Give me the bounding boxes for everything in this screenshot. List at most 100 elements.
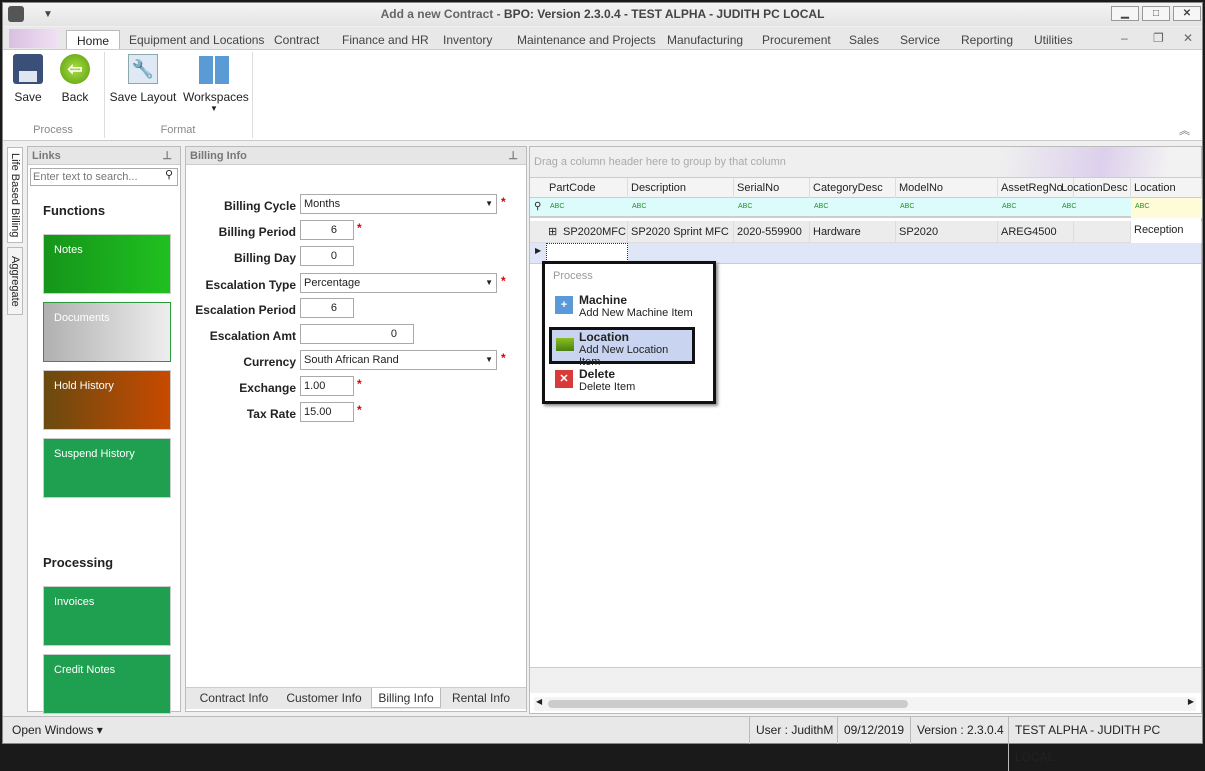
application-menu-button[interactable] (9, 29, 57, 48)
links-search-input[interactable]: Enter text to search... (30, 168, 178, 186)
column-header-partcode[interactable]: PartCode (546, 178, 628, 198)
link-suspend-history[interactable]: Suspend History (43, 438, 171, 498)
filter-abc-icon[interactable]: ABC (738, 203, 752, 210)
tab-finance-and-hr[interactable]: Finance and HR (342, 30, 429, 50)
currency-value: South African Rand (304, 354, 399, 366)
collapse-ribbon-icon[interactable]: ︽ (1179, 122, 1190, 138)
tab-contract-info[interactable]: Contract Info (190, 688, 278, 708)
filter-abc-icon[interactable]: ABC (1135, 203, 1149, 210)
cell-categorydesc[interactable]: Hardware (810, 221, 896, 243)
tab-utilities[interactable]: Utilities (1034, 30, 1073, 50)
filter-abc-icon[interactable]: ABC (1002, 203, 1016, 210)
chevron-down-icon: ▼ (485, 355, 493, 364)
cell-location[interactable]: Reception (1131, 221, 1202, 243)
filter-abc-icon[interactable]: ABC (632, 203, 646, 210)
mdi-minimize-icon[interactable]: – (1121, 31, 1128, 45)
quick-access-dropdown-icon[interactable]: ▼ (43, 3, 53, 26)
column-header-serialno[interactable]: SerialNo (734, 178, 810, 198)
menu-item-location[interactable]: Location Add New Location Item (549, 327, 695, 368)
workspaces-label: Workspaces (183, 90, 249, 104)
scroll-right-icon[interactable]: ▶ (1188, 697, 1194, 706)
chevron-down-icon: ▼ (485, 199, 493, 208)
search-icon[interactable]: ⚲ (165, 168, 173, 181)
side-tab-aggregate[interactable]: Aggregate (7, 247, 23, 315)
cell-description[interactable]: SP2020 Sprint MFC (628, 221, 734, 243)
link-notes[interactable]: Notes (43, 234, 171, 294)
menu-item-machine[interactable]: + Machine Add New Machine Item (549, 291, 695, 328)
exchange-label: Exchange (239, 381, 296, 395)
tab-contract[interactable]: Contract (274, 30, 319, 50)
tab-rental-info[interactable]: Rental Info (444, 688, 518, 708)
cell-locationdesc[interactable] (1058, 221, 1131, 243)
tax-rate-input[interactable]: 15.00 (300, 402, 354, 422)
column-header-location[interactable]: Location (1131, 178, 1202, 198)
open-windows-menu[interactable]: Open Windows ▾ (12, 717, 103, 744)
status-environment: TEST ALPHA - JUDITH PC LOCAL (1008, 717, 1202, 771)
app-logo-icon (8, 6, 24, 22)
save-button[interactable]: Save (13, 54, 43, 104)
billing-period-spinner[interactable]: 6 (300, 220, 354, 240)
escalation-period-spinner[interactable]: 6 (300, 298, 354, 318)
app-window: ▼ Add a new Contract - BPO: Version 2.3.… (2, 2, 1203, 771)
tab-customer-info[interactable]: Customer Info (280, 688, 368, 708)
billing-cycle-select[interactable]: Months ▼ (300, 194, 497, 214)
back-button[interactable]: ⇦ Back (59, 54, 91, 104)
chevron-down-icon: ▼ (485, 278, 493, 287)
group-by-panel[interactable]: Drag a column header here to group by th… (530, 147, 1201, 178)
cell-serialno[interactable]: 2020-559900 (734, 221, 810, 243)
tab-inventory[interactable]: Inventory (443, 30, 492, 50)
tab-maintenance-and-projects[interactable]: Maintenance and Projects (517, 30, 656, 50)
column-header-categorydesc[interactable]: CategoryDesc (810, 178, 896, 198)
link-documents[interactable]: Documents (43, 302, 171, 362)
column-header-description[interactable]: Description (628, 178, 734, 198)
escalation-period-label: Escalation Period (195, 303, 296, 317)
side-tab-life-based-billing[interactable]: Life Based Billing (7, 147, 23, 243)
tab-equipment-and-locations[interactable]: Equipment and Locations (129, 30, 264, 50)
scrollbar-thumb[interactable] (548, 700, 908, 708)
link-invoices[interactable]: Invoices (43, 586, 171, 646)
column-header-modelno[interactable]: ModelNo (896, 178, 998, 198)
currency-label: Currency (243, 355, 296, 369)
pin-icon[interactable]: ⊥ (162, 147, 172, 165)
column-header-locationdesc[interactable]: LocationDesc (1058, 178, 1131, 198)
pin-icon[interactable]: ⊥ (508, 147, 518, 165)
scroll-left-icon[interactable]: ◀ (536, 697, 542, 706)
link-hold-history[interactable]: Hold History (43, 370, 171, 430)
menu-item-delete[interactable]: ✕ Delete Delete Item (549, 365, 695, 402)
tab-manufacturing[interactable]: Manufacturing (667, 30, 743, 50)
billing-cycle-value: Months (304, 198, 341, 210)
tab-sales[interactable]: Sales (849, 30, 879, 50)
escalation-type-select[interactable]: Percentage ▼ (300, 273, 497, 293)
expand-row-icon[interactable]: ⊞ (548, 225, 557, 238)
cell-modelno[interactable]: SP2020 (896, 221, 998, 243)
filter-abc-icon[interactable]: ABC (900, 203, 914, 210)
cell-partcode[interactable]: SP2020MFC (560, 221, 628, 243)
save-layout-label: Save Layout (109, 90, 177, 104)
tab-reporting[interactable]: Reporting (961, 30, 1013, 50)
horizontal-scrollbar[interactable]: ◀ ▶ (534, 697, 1196, 711)
filter-abc-icon[interactable]: ABC (814, 203, 828, 210)
maximize-button[interactable]: □ (1142, 6, 1170, 21)
mdi-close-icon[interactable]: ✕ (1183, 31, 1193, 45)
close-button[interactable]: ✕ (1173, 6, 1201, 21)
exchange-input[interactable]: 1.00 (300, 376, 354, 396)
tab-home[interactable]: Home (66, 30, 121, 50)
minimize-button[interactable]: ▁ (1111, 6, 1139, 21)
link-credit-notes[interactable]: Credit Notes (43, 654, 171, 714)
tab-procurement[interactable]: Procurement (762, 30, 831, 50)
save-layout-button[interactable]: 🔧 Save Layout (108, 54, 178, 104)
tab-service[interactable]: Service (900, 30, 940, 50)
escalation-amt-spinner[interactable]: 0 (300, 324, 414, 344)
filter-abc-icon[interactable]: ABC (550, 203, 564, 210)
currency-select[interactable]: South African Rand ▼ (300, 350, 497, 370)
tab-billing-info[interactable]: Billing Info (371, 688, 441, 708)
tax-rate-label: Tax Rate (246, 407, 296, 421)
format-group-label: Format (160, 124, 196, 136)
functions-heading: Functions (43, 203, 106, 218)
billing-day-spinner[interactable]: 0 (300, 246, 354, 266)
workspaces-button[interactable]: Workspaces ▼ (183, 54, 249, 113)
filter-abc-icon[interactable]: ABC (1062, 203, 1076, 210)
mdi-restore-icon[interactable]: ❐ (1153, 31, 1164, 45)
table-row[interactable]: ⊞ SP2020MFC SP2020 Sprint MFC 2020-559900 Ha… (530, 221, 1202, 243)
billing-bottom-tabs: Contract Info Customer Info Billing Info… (186, 687, 526, 709)
